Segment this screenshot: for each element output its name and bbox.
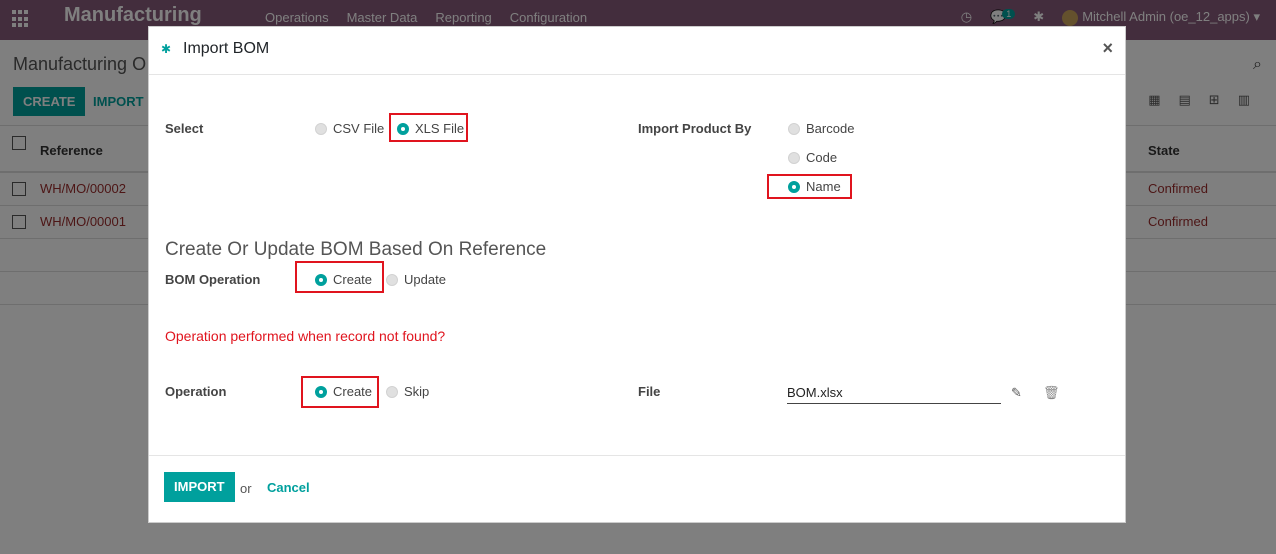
radio-bom-create[interactable]: Create [315, 272, 372, 287]
or-text: or [240, 481, 252, 496]
radio-label: Create [333, 384, 373, 399]
import-submit-button[interactable]: IMPORT [164, 472, 235, 502]
pencil-icon[interactable]: ✎ [1011, 385, 1022, 401]
file-field[interactable]: BOM.xlsx [787, 382, 1001, 404]
radio-barcode[interactable]: Barcode [788, 121, 854, 136]
radio-dot-selected[interactable] [315, 273, 327, 286]
radio-operation-skip[interactable]: Skip [386, 384, 429, 399]
modal-footer: IMPORT or Cancel [149, 455, 1125, 522]
modal-header: ✱ Import BOM × [149, 27, 1125, 75]
bug-icon: ✱ [161, 42, 172, 56]
modal-title: Import BOM [183, 40, 270, 57]
radio-label: Skip [404, 384, 430, 399]
close-button[interactable]: × [1102, 38, 1113, 59]
radio-xls-file[interactable]: XLS File [397, 121, 464, 136]
radio-dot[interactable] [788, 151, 800, 164]
radio-label: Barcode [806, 121, 855, 136]
radio-name[interactable]: Name [788, 179, 841, 194]
radio-label: Update [404, 272, 446, 287]
cancel-button[interactable]: Cancel [267, 480, 310, 495]
radio-label: CSV File [333, 121, 385, 136]
radio-dot[interactable] [386, 385, 398, 398]
radio-operation-create[interactable]: Create [315, 384, 372, 399]
radio-label: Code [806, 150, 838, 165]
radio-dot-selected[interactable] [788, 180, 800, 193]
not-found-question: Operation performed when record not foun… [165, 328, 446, 344]
radio-label: Name [806, 179, 841, 194]
file-label: File [638, 384, 661, 399]
radio-dot-selected[interactable] [397, 122, 409, 135]
radio-label: Create [333, 272, 373, 287]
radio-csv-file[interactable]: CSV File [315, 121, 384, 136]
select-label: Select [165, 121, 204, 136]
radio-dot[interactable] [315, 122, 327, 135]
section-title: Create Or Update BOM Based On Reference [165, 239, 547, 260]
radio-bom-update[interactable]: Update [386, 272, 446, 287]
trash-icon[interactable]: 🗑 [1043, 385, 1060, 401]
operation-label: Operation [165, 384, 227, 399]
radio-dot[interactable] [386, 273, 398, 286]
import-bom-dialog: ✱ Import BOM × Select CSV File XLS File … [148, 26, 1126, 523]
radio-dot[interactable] [788, 122, 800, 135]
radio-dot-selected[interactable] [315, 385, 327, 398]
radio-code[interactable]: Code [788, 150, 837, 165]
import-product-by-label: Import Product By [638, 121, 752, 136]
radio-label: XLS File [415, 121, 465, 136]
bom-operation-label: BOM Operation [165, 272, 261, 287]
